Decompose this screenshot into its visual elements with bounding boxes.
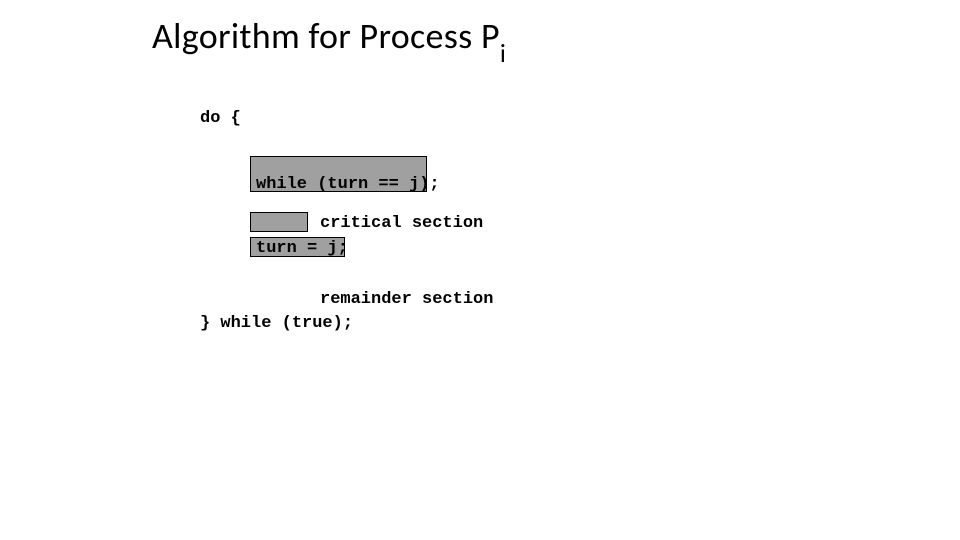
code-line-while: while (turn == j); [256, 175, 440, 194]
title-subscript: i [500, 37, 506, 69]
code-line-critical-section: critical section [320, 214, 483, 233]
slide: Algorithm for Process Pi do { while (tur… [0, 0, 960, 540]
code-line-turn-assign: turn = j; [256, 239, 348, 258]
code-line-endwhile: } while (true); [200, 314, 353, 333]
title-main: Algorithm for Process P [152, 14, 500, 58]
highlight-box-small [250, 212, 308, 232]
page-title: Algorithm for Process Pi [152, 14, 506, 63]
code-line-do: do { [200, 110, 241, 127]
code-line-remainder-section: remainder section [320, 290, 493, 309]
